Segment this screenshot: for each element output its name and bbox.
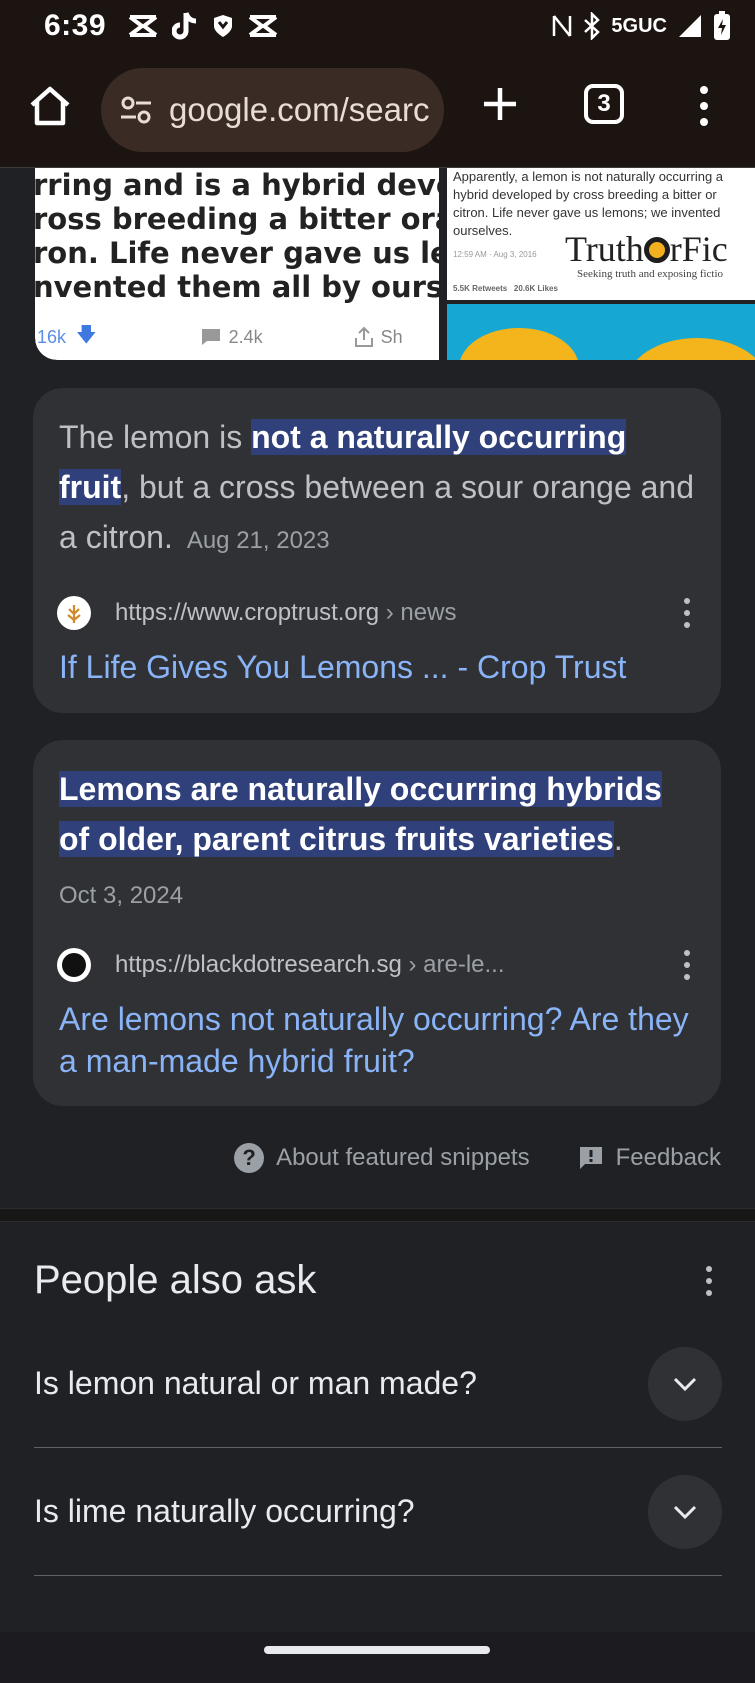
notification-icons	[128, 11, 278, 41]
result-title-link[interactable]: Are lemons not naturally occurring? Are …	[59, 998, 699, 1082]
image-result-tweet[interactable]: rring and is a hybrid develope ross bree…	[35, 168, 439, 360]
chevron-down-icon[interactable]	[648, 1474, 722, 1549]
image-results-strip[interactable]: rring and is a hybrid develope ross bree…	[35, 168, 755, 360]
new-tab-icon[interactable]	[478, 82, 522, 126]
help-icon: ?	[234, 1143, 265, 1173]
image-result-truthorfiction[interactable]: Apparently, a lemon is not naturally occ…	[447, 168, 755, 360]
signal-icon	[679, 15, 701, 37]
snippet-date: Oct 3, 2024	[59, 882, 184, 909]
browser-toolbar: google.com/searc 3	[0, 52, 755, 168]
bluetooth-icon	[584, 12, 601, 40]
tab-switcher-button[interactable]: 3	[584, 84, 624, 124]
section-divider	[0, 1208, 755, 1222]
snippet-highlight: fruit	[59, 469, 122, 505]
snippet-highlight: not a naturally occurring	[251, 419, 627, 455]
snippet-text: The lemon is not a naturally occurring fr…	[59, 419, 695, 555]
result-options-icon[interactable]	[677, 950, 697, 980]
capcut-icon	[248, 15, 278, 37]
network-label: 5GUC	[611, 14, 667, 37]
comment-icon	[201, 329, 220, 345]
featured-snippet-card: The lemon is not a naturally occurring fr…	[33, 388, 721, 713]
lemon-image	[459, 328, 579, 360]
truthorfiction-logo: Truth rFic	[565, 229, 728, 269]
blackdot-favicon	[57, 948, 91, 982]
about-featured-snippets[interactable]: ? About featured snippets	[234, 1143, 530, 1173]
paa-question-text: Is lemon natural or man made?	[34, 1365, 477, 1401]
site-settings-icon[interactable]	[119, 93, 153, 127]
tab-count: 3	[597, 90, 611, 117]
paa-title: People also ask	[34, 1258, 317, 1302]
status-time: 6:39	[44, 9, 107, 42]
likes-count: 16k	[37, 326, 67, 347]
gesture-nav-bar	[0, 1632, 755, 1683]
result-title-link[interactable]: If Life Gives You Lemons ... - Crop Trus…	[59, 646, 699, 688]
snippet-footer: ? About featured snippets Feedback	[0, 1136, 755, 1180]
snippet-date: Aug 21, 2023	[186, 527, 330, 554]
source-url[interactable]: https://blackdotresearch.sg › are-le...	[115, 951, 505, 979]
status-bar: 6:39 5GUC	[0, 0, 755, 52]
lemon-image	[627, 338, 755, 360]
featured-snippet-card: Lemons are naturally occurring hybrids of…	[33, 740, 721, 1106]
tweet-engagement: 5.5K Retweets 20.6K Likes	[453, 284, 558, 293]
battery-charging-icon	[714, 11, 730, 40]
result-options-icon[interactable]	[677, 598, 697, 628]
croptrust-favicon	[57, 596, 91, 630]
home-icon[interactable]	[28, 84, 72, 128]
snippet-text: Lemons are naturally occurring hybrids of…	[59, 771, 662, 857]
tiktok-icon	[172, 12, 197, 40]
paa-question-text: Is lime naturally occurring?	[34, 1493, 415, 1529]
share-stat: Sh	[353, 326, 403, 348]
browser-menu-icon[interactable]	[692, 82, 716, 130]
paa-question[interactable]: Is lemon natural or man made?	[34, 1320, 722, 1448]
capcut-icon	[128, 15, 158, 37]
tweet-timestamp: 12:59 AM · Aug 3, 2016	[453, 250, 537, 259]
source-url[interactable]: https://www.croptrust.org › news	[115, 599, 456, 627]
nfc-icon	[553, 15, 572, 37]
downvote-icon: 🡇	[76, 324, 97, 346]
tweet-image-text: rring and is a hybrid develope ross bree…	[35, 168, 439, 304]
croptrust-logo-icon	[67, 605, 81, 623]
snippet-highlight: of older, parent citrus fruits varieties	[59, 821, 614, 857]
paa-question[interactable]: Is lime naturally occurring?	[34, 1448, 722, 1576]
url-text[interactable]: google.com/searc	[169, 91, 429, 129]
chevron-down-icon[interactable]	[648, 1346, 722, 1421]
shield-app-icon	[214, 15, 233, 37]
source-row[interactable]: https://www.croptrust.org › news	[57, 596, 697, 630]
home-gesture-handle[interactable]	[264, 1646, 490, 1654]
paa-options-icon[interactable]	[702, 1266, 716, 1296]
status-right: 5GUC	[551, 11, 731, 41]
source-row[interactable]: https://blackdotresearch.sg › are-le...	[57, 948, 697, 982]
comments-stat: 2.4k	[201, 327, 263, 348]
feedback-button[interactable]: Feedback	[578, 1144, 721, 1172]
share-icon	[354, 326, 373, 347]
snippet-highlight: Lemons are naturally occurring hybrids	[59, 771, 662, 807]
tweet-stats: 16k 🡇 2.4k Sh	[35, 320, 439, 354]
tweet-screenshot: Apparently, a lemon is not naturally occ…	[447, 168, 755, 304]
logo-tagline: Seeking truth and exposing fictio	[577, 268, 724, 280]
feedback-icon	[579, 1147, 602, 1169]
address-bar[interactable]: google.com/searc	[101, 68, 444, 152]
